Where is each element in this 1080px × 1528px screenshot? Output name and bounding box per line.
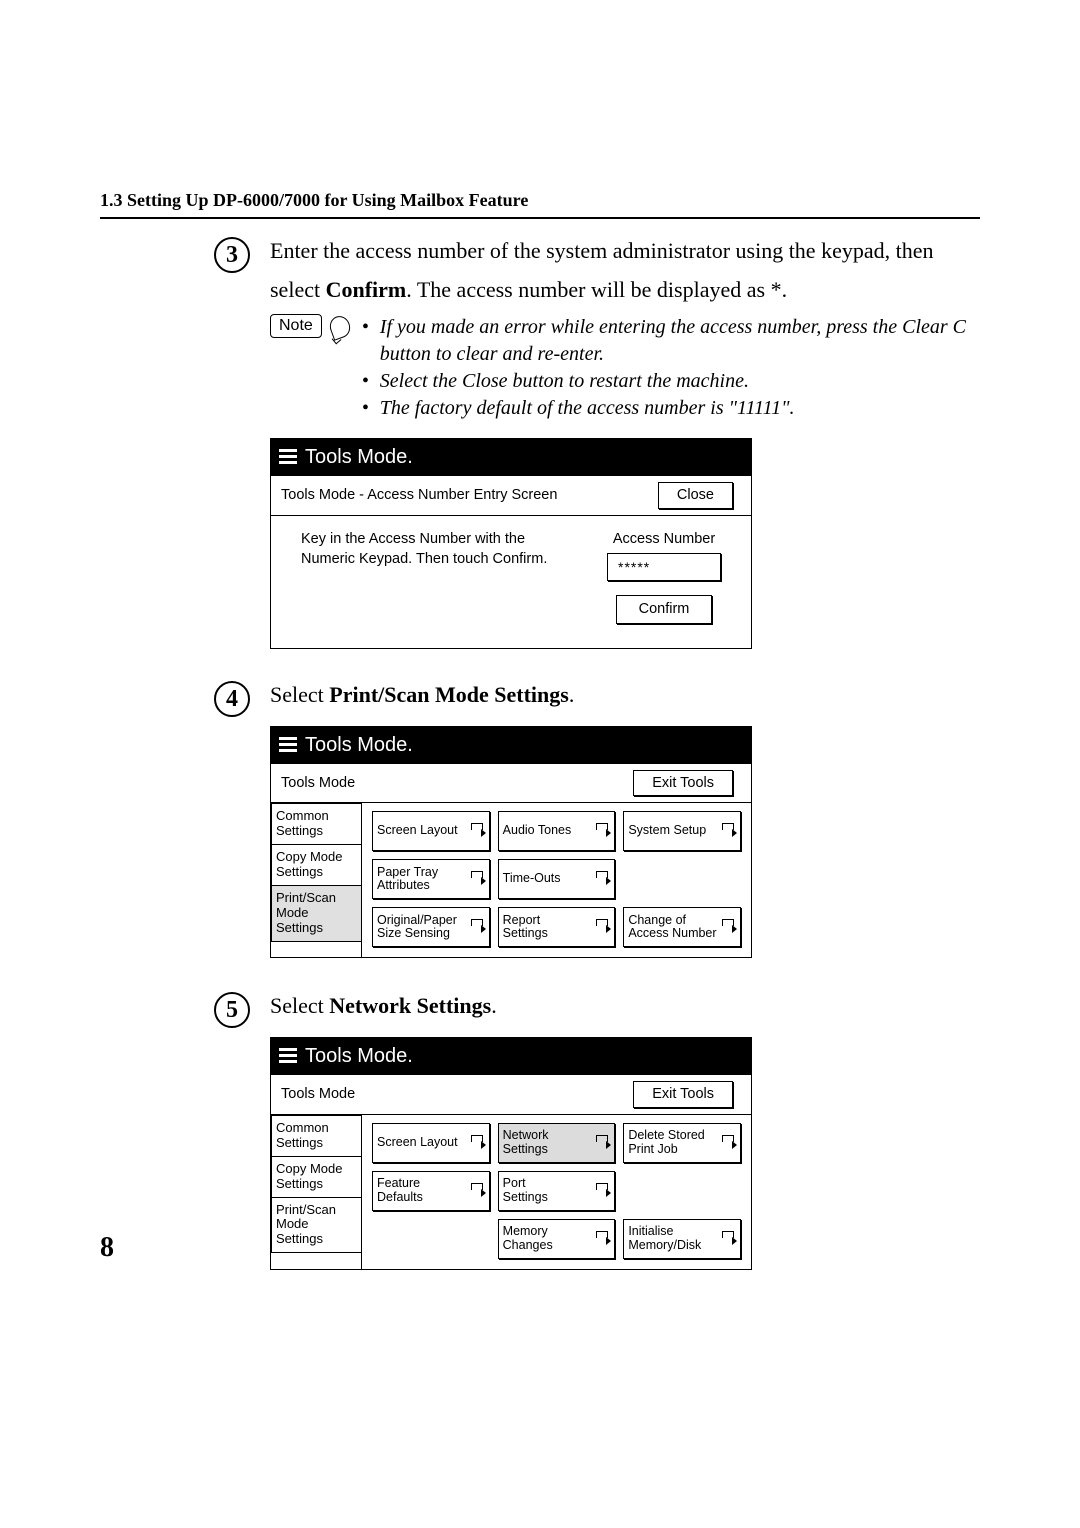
titlebar: Tools Mode. bbox=[271, 1038, 751, 1075]
breadcrumb: Tools Mode bbox=[281, 774, 355, 793]
original-paper-size-sensing-button[interactable]: Original/PaperSize Sensing bbox=[372, 907, 490, 947]
section-rule bbox=[100, 217, 980, 219]
tools-mode-icon bbox=[279, 1048, 297, 1064]
access-instructions: Key in the Access Number with the Numeri… bbox=[301, 530, 547, 624]
note-badge: Note bbox=[270, 314, 322, 338]
note-list: •If you made an error while entering the… bbox=[362, 314, 980, 422]
step-number-5: 5 bbox=[214, 992, 250, 1028]
step-number-3: 3 bbox=[214, 237, 250, 273]
confirm-button[interactable]: Confirm bbox=[616, 595, 713, 624]
tools-mode-access-screen: Tools Mode. Tools Mode - Access Number E… bbox=[270, 438, 752, 649]
close-button[interactable]: Close bbox=[658, 482, 733, 509]
step5-text: Select Network Settings. bbox=[270, 992, 980, 1021]
titlebar: Tools Mode. bbox=[271, 727, 751, 764]
screen-layout-button[interactable]: Screen Layout bbox=[372, 1123, 490, 1163]
step3-line2: select Confirm. The access number will b… bbox=[270, 276, 980, 305]
tools-mode-icon bbox=[279, 737, 297, 753]
screen-layout-button[interactable]: Screen Layout bbox=[372, 811, 490, 851]
breadcrumb: Tools Mode - Access Number Entry Screen bbox=[281, 486, 557, 505]
tab-print-scan-mode-settings[interactable]: Print/Scan Mode Settings bbox=[271, 886, 361, 942]
tools-mode-menu-screen-2: Tools Mode. Tools Mode Exit Tools Common… bbox=[270, 1037, 752, 1270]
tab-print-scan-mode-settings[interactable]: Print/Scan Mode Settings bbox=[271, 1198, 361, 1254]
tab-common-settings[interactable]: Common Settings bbox=[271, 803, 361, 845]
breadcrumb: Tools Mode bbox=[281, 1085, 355, 1104]
section-header: 1.3 Setting Up DP-6000/7000 for Using Ma… bbox=[100, 190, 980, 211]
tools-mode-icon bbox=[279, 449, 297, 465]
initialise-memory-disk-button[interactable]: InitialiseMemory/Disk bbox=[623, 1219, 741, 1259]
tab-common-settings[interactable]: Common Settings bbox=[271, 1115, 361, 1157]
delete-stored-print-job-button[interactable]: Delete StoredPrint Job bbox=[623, 1123, 741, 1163]
port-settings-button[interactable]: PortSettings bbox=[498, 1171, 616, 1211]
system-setup-button[interactable]: System Setup bbox=[623, 811, 741, 851]
feature-defaults-button[interactable]: FeatureDefaults bbox=[372, 1171, 490, 1211]
step-number-4: 4 bbox=[214, 681, 250, 717]
step4-text: Select Print/Scan Mode Settings. bbox=[270, 681, 980, 710]
report-settings-button[interactable]: ReportSettings bbox=[498, 907, 616, 947]
page-number: 8 bbox=[100, 1232, 114, 1264]
memory-changes-button[interactable]: MemoryChanges bbox=[498, 1219, 616, 1259]
audio-tones-button[interactable]: Audio Tones bbox=[498, 811, 616, 851]
tab-copy-mode-settings[interactable]: Copy Mode Settings bbox=[271, 845, 361, 886]
time-outs-button[interactable]: Time-Outs bbox=[498, 859, 616, 899]
exit-tools-button[interactable]: Exit Tools bbox=[633, 1081, 733, 1108]
paper-tray-attributes-button[interactable]: Paper TrayAttributes bbox=[372, 859, 490, 899]
network-settings-button[interactable]: NetworkSettings bbox=[498, 1123, 616, 1163]
titlebar: Tools Mode. bbox=[271, 439, 751, 476]
access-number-field[interactable]: ***** bbox=[607, 553, 721, 581]
change-of-access-number-button[interactable]: Change ofAccess Number bbox=[623, 907, 741, 947]
tools-mode-menu-screen-1: Tools Mode. Tools Mode Exit Tools Common… bbox=[270, 726, 752, 959]
tab-copy-mode-settings[interactable]: Copy Mode Settings bbox=[271, 1157, 361, 1198]
note-pointer-icon bbox=[327, 313, 353, 341]
step3-line1: Enter the access number of the system ad… bbox=[270, 237, 980, 266]
exit-tools-button[interactable]: Exit Tools bbox=[633, 770, 733, 797]
access-number-label: Access Number bbox=[613, 530, 715, 549]
